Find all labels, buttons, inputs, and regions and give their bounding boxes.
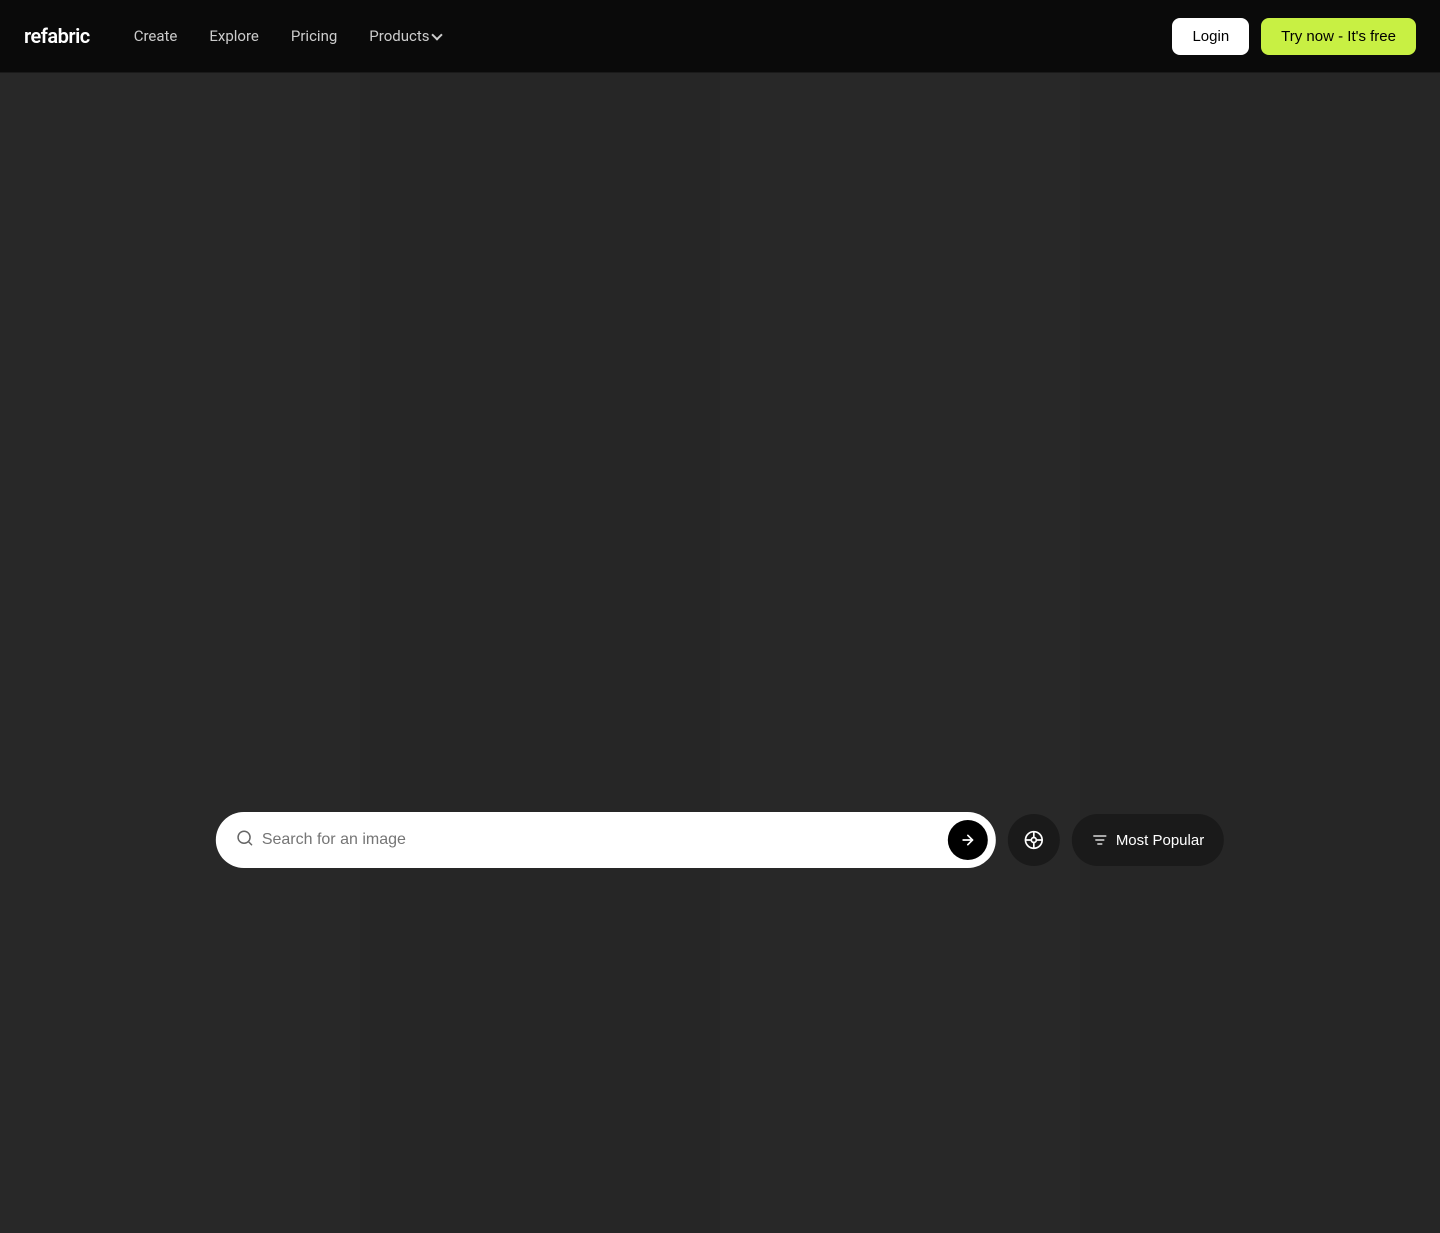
nav-link-products[interactable]: Products: [357, 19, 453, 53]
search-bar: [216, 812, 996, 868]
gallery-item[interactable]: [1080, 1033, 1440, 1233]
logo[interactable]: refabric: [24, 24, 90, 48]
navbar-right: Login Try now - It's free: [1172, 18, 1416, 55]
sort-label: Most Popular: [1116, 832, 1204, 849]
try-now-button[interactable]: Try now - It's free: [1261, 18, 1416, 55]
gallery-item[interactable]: [360, 73, 720, 553]
gallery-item[interactable]: [720, 553, 1080, 1033]
gallery-item[interactable]: [1080, 73, 1440, 553]
gallery-item[interactable]: [720, 1033, 1080, 1233]
filter-button[interactable]: [1008, 814, 1060, 866]
gallery-item[interactable]: [0, 73, 360, 553]
gallery-item[interactable]: [0, 1033, 360, 1233]
search-input[interactable]: [262, 831, 940, 849]
navbar: refabric Create Explore Pricing Products…: [0, 0, 1440, 73]
gallery-item[interactable]: [0, 553, 360, 1033]
gallery-item[interactable]: [720, 73, 1080, 553]
nav-link-create[interactable]: Create: [122, 19, 190, 53]
nav-link-pricing[interactable]: Pricing: [279, 19, 349, 53]
nav-link-explore[interactable]: Explore: [197, 19, 271, 53]
gallery-item[interactable]: [360, 553, 720, 1033]
search-icon: [236, 829, 254, 852]
search-bar-container: Most Popular: [216, 812, 1224, 868]
gallery-item[interactable]: [1080, 553, 1440, 1033]
sort-button[interactable]: Most Popular: [1072, 814, 1224, 866]
search-submit-button[interactable]: [948, 820, 988, 860]
gallery-item[interactable]: [360, 1033, 720, 1233]
login-button[interactable]: Login: [1172, 18, 1249, 55]
navbar-left: refabric Create Explore Pricing Products: [24, 19, 453, 53]
chevron-down-icon: [432, 29, 443, 40]
nav-links: Create Explore Pricing Products: [122, 19, 454, 53]
gallery-grid: [0, 73, 1440, 1233]
